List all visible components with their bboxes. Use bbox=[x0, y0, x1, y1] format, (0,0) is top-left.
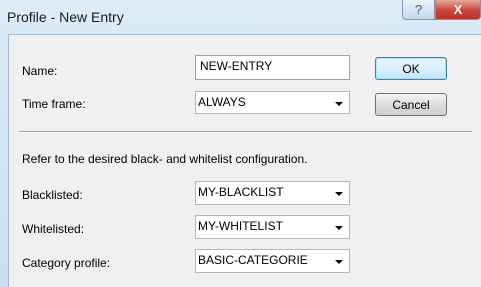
window-title: Profile - New Entry bbox=[7, 9, 124, 25]
help-icon: ? bbox=[414, 2, 423, 17]
category-select-value: BASIC-CATEGORIE bbox=[198, 253, 308, 267]
instruction-text: Refer to the desired black- and whitelis… bbox=[22, 152, 308, 166]
close-button[interactable]: X bbox=[435, 0, 481, 20]
category-label: Category profile: bbox=[22, 256, 111, 270]
chevron-down-icon bbox=[335, 260, 343, 264]
timeframe-select[interactable]: ALWAYS bbox=[195, 91, 350, 114]
dialog-window: Profile - New Entry ? X Name: NEW-ENTRY … bbox=[0, 0, 481, 287]
close-icon: X bbox=[453, 2, 463, 17]
chevron-down-icon bbox=[335, 102, 343, 106]
category-select[interactable]: BASIC-CATEGORIE bbox=[195, 249, 350, 273]
ok-button[interactable]: OK bbox=[375, 57, 447, 80]
help-button[interactable]: ? bbox=[402, 0, 435, 20]
name-input-value: NEW-ENTRY bbox=[200, 59, 273, 73]
whitelisted-select[interactable]: MY-WHITELIST bbox=[195, 215, 350, 239]
blacklisted-label: Blacklisted: bbox=[22, 188, 83, 202]
chevron-down-icon bbox=[335, 226, 343, 230]
name-input[interactable]: NEW-ENTRY bbox=[195, 55, 350, 80]
blacklisted-select-value: MY-BLACKLIST bbox=[198, 185, 284, 199]
timeframe-label: Time frame: bbox=[22, 97, 86, 111]
whitelisted-select-value: MY-WHITELIST bbox=[198, 219, 283, 233]
dialog-panel: Name: NEW-ENTRY Time frame: ALWAYS OK Ca… bbox=[8, 34, 481, 287]
separator bbox=[19, 131, 472, 133]
name-label: Name: bbox=[22, 64, 58, 78]
title-bar[interactable]: Profile - New Entry ? X bbox=[0, 0, 481, 34]
cancel-button[interactable]: Cancel bbox=[375, 93, 447, 116]
blacklisted-select[interactable]: MY-BLACKLIST bbox=[195, 181, 350, 205]
timeframe-select-value: ALWAYS bbox=[198, 95, 246, 109]
whitelisted-label: Whitelisted: bbox=[22, 222, 85, 236]
chevron-down-icon bbox=[335, 192, 343, 196]
